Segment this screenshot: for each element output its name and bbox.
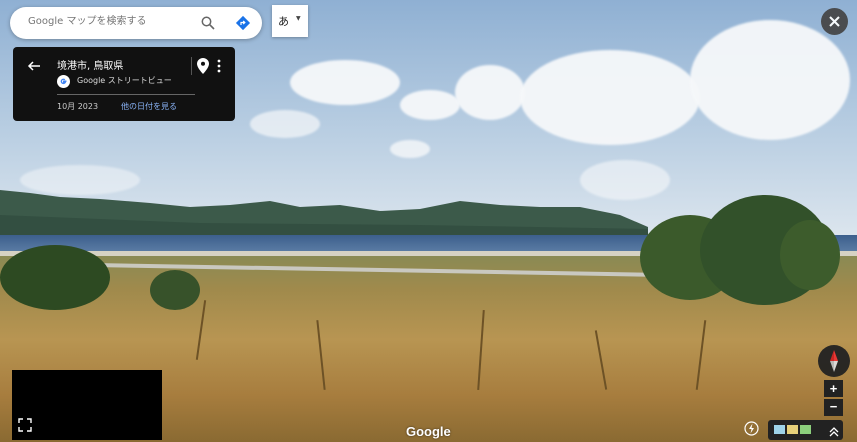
layers-panel[interactable] — [768, 420, 843, 440]
layer-thumb-map[interactable] — [787, 425, 798, 434]
cloud — [290, 60, 400, 105]
other-dates-link[interactable]: 他の日付を見る — [121, 101, 177, 112]
cloud — [250, 110, 320, 138]
zoom-out-button[interactable]: − — [824, 399, 843, 416]
cloud — [690, 20, 850, 140]
cloud — [455, 65, 525, 120]
shrub — [150, 270, 200, 310]
layer-thumb-terrain[interactable] — [800, 425, 811, 434]
minimap[interactable] — [12, 370, 162, 440]
close-icon — [829, 16, 840, 27]
divider — [191, 57, 192, 75]
input-method-label: あ — [278, 15, 289, 28]
search-box[interactable] — [10, 7, 262, 39]
capture-date: 10月 2023 — [57, 102, 99, 111]
street-view-label: Google ストリートビュー — [77, 76, 172, 85]
flash-icon[interactable] — [744, 421, 759, 436]
cloud — [520, 50, 700, 145]
place-title: 境港市, 鳥取県 — [57, 61, 124, 72]
zoom-in-button[interactable]: + — [824, 380, 843, 397]
shrub — [0, 245, 110, 310]
input-method-button[interactable]: あ ▼ — [272, 5, 308, 37]
caret-down-icon: ▼ — [296, 15, 301, 22]
compass-icon — [830, 350, 838, 372]
compass-button[interactable] — [818, 345, 850, 377]
divider — [57, 94, 195, 95]
back-arrow-icon[interactable] — [27, 58, 41, 72]
search-icon[interactable] — [201, 16, 215, 30]
pine-tree — [780, 220, 840, 290]
cloud — [390, 140, 430, 158]
search-input[interactable] — [26, 15, 190, 28]
cloud — [400, 90, 460, 120]
google-g-icon — [57, 73, 70, 88]
location-info-card: 境港市, 鳥取県 Google ストリートビュー 10月 2023 他の日付を見… — [13, 47, 235, 121]
location-pin-icon[interactable] — [197, 58, 209, 74]
google-watermark: Google — [406, 424, 451, 439]
close-button[interactable] — [821, 8, 848, 35]
directions-icon[interactable] — [235, 15, 251, 31]
chevron-up-icon[interactable] — [829, 424, 839, 437]
more-vert-icon[interactable] — [217, 58, 221, 74]
layer-thumb-satellite[interactable] — [774, 425, 785, 434]
expand-icon[interactable] — [18, 418, 32, 432]
